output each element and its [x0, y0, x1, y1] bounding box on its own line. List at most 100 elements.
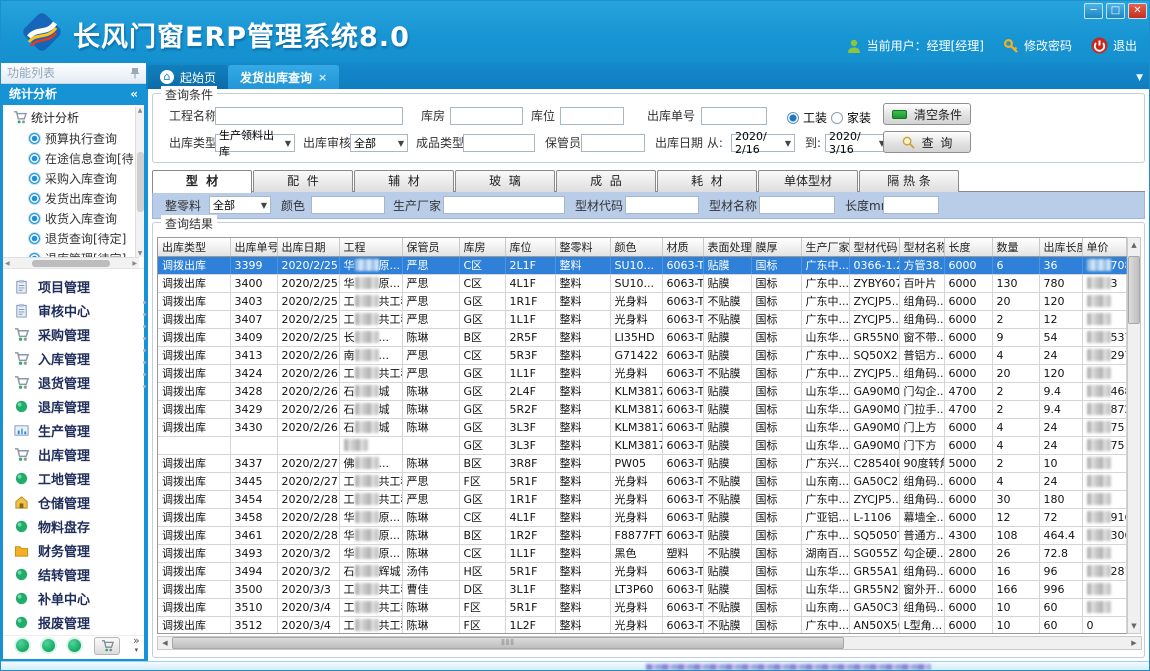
tab-outbound-query[interactable]: 发货出库查询 ×: [228, 65, 339, 89]
sidebar-menu-item[interactable]: 物料盘存: [3, 514, 144, 538]
table-row[interactable]: 调拨出库34032020/2/25工共工程严思G区1R1F整料光身料6063-T…: [158, 292, 1128, 310]
column-header[interactable]: 长度: [944, 238, 992, 256]
profile-name-input[interactable]: [759, 196, 835, 214]
tree-item-label[interactable]: 采购入库查询: [45, 170, 117, 187]
sidebar-menu-item[interactable]: 结转管理: [3, 562, 144, 586]
column-header[interactable]: 材质: [662, 238, 703, 256]
tree-horizontal-scrollbar[interactable]: ◀▶: [3, 257, 139, 268]
table-row[interactable]: G区3L3F整料KLM38176063-T5贴膜国标山东华...GA90M09.…: [158, 436, 1128, 454]
table-row[interactable]: 调拨出库34002020/2/25华原...严思C区4L1F整料SU10...6…: [158, 274, 1128, 292]
menu-item-label[interactable]: 出库管理: [38, 445, 90, 464]
table-row[interactable]: 调拨出库34582020/2/28华原...陈琳C区4L1F整料光身料6063-…: [158, 508, 1128, 526]
material-tab[interactable]: 隔 热 条: [859, 170, 959, 192]
radio-gongzhuang[interactable]: 工装: [787, 109, 827, 126]
date-from-select[interactable]: 2020/ 2/16▼: [731, 134, 795, 152]
footer-cart-button[interactable]: [94, 637, 120, 655]
maximize-button[interactable]: □: [1106, 3, 1125, 19]
sidebar-menu-item[interactable]: 退货管理: [3, 370, 144, 394]
sidebar-menu-item[interactable]: 退库管理: [3, 394, 144, 418]
collapse-icon[interactable]: «: [130, 84, 138, 105]
manufacturer-input[interactable]: [443, 196, 565, 214]
minimize-button[interactable]: ─: [1084, 3, 1103, 19]
profile-code-input[interactable]: [625, 196, 699, 214]
material-tab[interactable]: 单体型材: [758, 170, 858, 192]
menu-item-label[interactable]: 审核中心: [38, 301, 90, 320]
table-row[interactable]: 调拨出库34932020/3/2华原...陈琳C区1L1F整料黑色塑料不贴膜国标…: [158, 544, 1128, 562]
table-row[interactable]: 调拨出库34372020/2/27佛...陈琳B区3R8F整料PW056063-…: [158, 454, 1128, 472]
table-row[interactable]: 调拨出库33992020/2/25华原...严思C区2L1F整料SU10...6…: [158, 256, 1128, 274]
column-header[interactable]: 膜厚: [751, 238, 801, 256]
footer-dot-icon[interactable]: [68, 639, 81, 652]
table-row[interactable]: 调拨出库34242020/2/26工共工程严思G区1L1F整料光身料6063-T…: [158, 364, 1128, 382]
material-tab[interactable]: 型 材: [152, 170, 252, 193]
material-tab[interactable]: 玻 璃: [455, 170, 555, 192]
table-row[interactable]: 调拨出库35102020/3/4工共工程陈琳F区5R1F整料光身料6063-T5…: [158, 598, 1128, 616]
tree-item-label[interactable]: 收货入库查询: [45, 210, 117, 227]
sidebar-menu-item[interactable]: 采购管理: [3, 322, 144, 346]
material-tab[interactable]: 辅 材: [354, 170, 454, 192]
column-header[interactable]: 库位: [505, 238, 555, 256]
column-header[interactable]: 表面处理: [703, 238, 751, 256]
tree-item-label[interactable]: 在途信息查询[待: [45, 150, 134, 167]
menu-item-label[interactable]: 退库管理: [38, 397, 90, 416]
product-type-input[interactable]: [463, 134, 535, 152]
table-row[interactable]: 调拨出库34942020/3/2石辉城汤伟H区5R1F整料光身料6063-T5贴…: [158, 562, 1128, 580]
sidebar-splitter[interactable]: [141, 301, 147, 431]
tree-item-label[interactable]: 预算执行查询: [45, 130, 117, 147]
length-input[interactable]: [883, 196, 939, 214]
sidebar-menu-item[interactable]: 报废管理: [3, 610, 144, 634]
tab-list-caret-icon[interactable]: ▼: [1136, 73, 1143, 83]
column-header[interactable]: 生产厂家: [801, 238, 849, 256]
footer-dot-icon[interactable]: [16, 639, 29, 652]
column-header[interactable]: 出库日期: [277, 238, 339, 256]
close-button[interactable]: ✕: [1128, 3, 1147, 19]
audit-select[interactable]: 全部▼: [350, 134, 408, 152]
custodian-input[interactable]: [581, 134, 645, 152]
outbound-type-select[interactable]: 生产领料出库▼: [215, 134, 295, 152]
table-row[interactable]: 调拨出库34282020/2/26石城陈琳G区2L4F整料KLM38176063…: [158, 382, 1128, 400]
column-header[interactable]: 整零料: [555, 238, 610, 256]
tree-item[interactable]: 预算执行查询: [3, 128, 144, 148]
tree-item[interactable]: 采购入库查询: [3, 168, 144, 188]
menu-item-label[interactable]: 仓储管理: [38, 493, 90, 512]
color-input[interactable]: [311, 196, 385, 214]
table-row[interactable]: 调拨出库34132020/2/26南...严思C区5R3F整料G71422606…: [158, 346, 1128, 364]
column-header[interactable]: 颜色: [610, 238, 662, 256]
menu-item-label[interactable]: 生产管理: [38, 421, 90, 440]
tree-item[interactable]: 发货出库查询: [3, 188, 144, 208]
column-header[interactable]: 单价: [1082, 238, 1126, 256]
table-row[interactable]: 调拨出库34092020/2/25长...陈琳B区2R5F整料LI35HD606…: [158, 328, 1128, 346]
project-name-input[interactable]: [215, 107, 403, 125]
sidebar-menu-item[interactable]: 财务管理: [3, 538, 144, 562]
tree-item[interactable]: 在途信息查询[待: [3, 148, 144, 168]
table-row[interactable]: 调拨出库34452020/2/27工共工程严思F区5R1F整料光身料6063-T…: [158, 472, 1128, 490]
sidebar-section-header[interactable]: 统计分析 «: [1, 84, 146, 105]
menu-item-label[interactable]: 退货管理: [38, 373, 90, 392]
menu-item-label[interactable]: 物料盘存: [38, 517, 90, 536]
table-row[interactable]: 调拨出库34302020/2/26石城陈琳G区3L3F整料KLM38176063…: [158, 418, 1128, 436]
table-row[interactable]: 调拨出库34542020/2/28工共工程严思G区1R1F整料光身料6063-T…: [158, 490, 1128, 508]
sidebar-menu-item[interactable]: 工地管理: [3, 466, 144, 490]
footer-dot-icon[interactable]: [42, 639, 55, 652]
sidebar-menu-item[interactable]: 审核中心: [3, 298, 144, 322]
column-header[interactable]: 工程: [339, 238, 402, 256]
sidebar-menu-item[interactable]: 项目管理: [3, 274, 144, 298]
tree-vertical-scrollbar[interactable]: ▲▼: [135, 107, 144, 257]
material-tab[interactable]: 配 件: [253, 170, 353, 192]
menu-item-label[interactable]: 入库管理: [38, 349, 90, 368]
tree-item-label[interactable]: 退货查询[待定]: [45, 230, 126, 247]
menu-item-label[interactable]: 报废管理: [38, 613, 90, 632]
column-header[interactable]: 型材代码: [849, 238, 899, 256]
sidebar-menu-item[interactable]: 生产管理: [3, 418, 144, 442]
table-row[interactable]: 调拨出库35002020/3/3工共工程曹佳D区3L1F整料LT3P606063…: [158, 580, 1128, 598]
table-row[interactable]: 调拨出库34072020/2/25工共工程严思G区1L1F整料光身料6063-T…: [158, 310, 1128, 328]
table-horizontal-scrollbar[interactable]: ◀⦀⦀⦀▶: [157, 636, 1142, 650]
menu-item-label[interactable]: 补单中心: [38, 589, 90, 608]
location-input[interactable]: [560, 107, 624, 125]
column-header[interactable]: 数量: [992, 238, 1039, 256]
menu-item-label[interactable]: 财务管理: [38, 541, 90, 560]
menu-item-label[interactable]: 项目管理: [38, 277, 90, 296]
column-header[interactable]: 保管员: [402, 238, 459, 256]
table-vertical-scrollbar[interactable]: ▲▼: [1127, 237, 1141, 634]
column-header[interactable]: 库房: [459, 238, 505, 256]
